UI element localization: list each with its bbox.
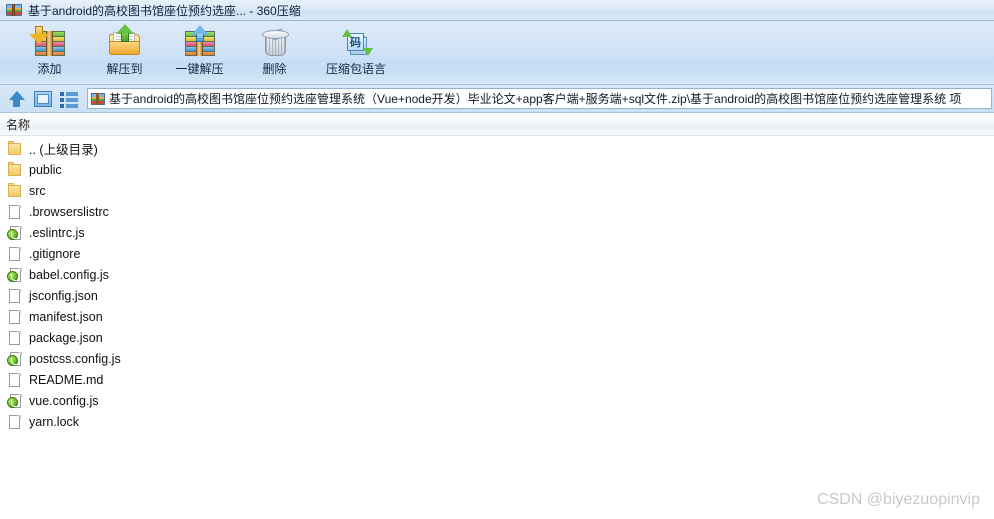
folder-icon <box>7 182 23 199</box>
toolbar-label-one-click-extract: 一键解压 <box>175 62 224 76</box>
file-name: .browserslistrc <box>29 204 109 219</box>
column-header: 名称 <box>0 114 994 136</box>
file-row[interactable]: package.json <box>0 327 994 348</box>
file-name: manifest.json <box>29 309 103 324</box>
file-name: yarn.lock <box>29 414 80 429</box>
file-icon <box>7 246 23 262</box>
address-bar: 基于android的高校图书馆座位预约选座管理系统（Vue+node开发）毕业论… <box>0 85 994 113</box>
js-file-icon <box>7 225 23 241</box>
js-file-icon <box>7 393 23 409</box>
one-click-extract-icon <box>182 24 218 58</box>
file-name: package.json <box>29 330 103 345</box>
file-row[interactable]: README.md <box>0 369 994 390</box>
file-name: .eslintrc.js <box>29 225 85 240</box>
file-row[interactable]: vue.config.js <box>0 390 994 411</box>
file-row[interactable]: public <box>0 159 994 180</box>
toolbar-label-extract-to: 解压到 <box>106 62 143 76</box>
file-row[interactable]: .eslintrc.js <box>0 222 994 243</box>
folder-icon <box>7 161 23 178</box>
toolbar-button-add[interactable]: 添加 <box>12 21 87 83</box>
watermark: CSDN @biyezuopinvip <box>817 491 980 508</box>
toolbar-button-one-click-extract[interactable]: 一键解压 <box>162 21 237 83</box>
archive-language-icon: 码 <box>338 24 374 58</box>
path-text: 基于android的高校图书馆座位预约选座管理系统（Vue+node开发）毕业论… <box>109 92 962 106</box>
file-row[interactable]: .gitignore <box>0 243 994 264</box>
winrar-window: 基于android的高校图书馆座位预约选座... - 360压缩 添加 解压到 … <box>0 0 994 519</box>
path-input[interactable]: 基于android的高校图书馆座位预约选座管理系统（Vue+node开发）毕业论… <box>87 88 992 109</box>
file-name: postcss.config.js <box>29 351 121 366</box>
file-row[interactable]: .browserslistrc <box>0 201 994 222</box>
file-icon <box>7 330 23 346</box>
toolbar-button-archive-language[interactable]: 码 压缩包语言 <box>312 21 400 83</box>
file-name: babel.config.js <box>29 267 109 282</box>
file-name: public <box>29 162 62 177</box>
toolbar-label-delete: 删除 <box>262 62 287 76</box>
arrow-up-icon[interactable] <box>6 88 28 110</box>
file-row[interactable]: postcss.config.js <box>0 348 994 369</box>
file-icon <box>7 414 23 430</box>
toolbar-button-delete[interactable]: 删除 <box>237 21 312 83</box>
window-title: 基于android的高校图书馆座位预约选座... - 360压缩 <box>28 3 301 18</box>
file-row[interactable]: .. (上级目录) <box>0 138 994 159</box>
column-header-name: 名称 <box>6 118 31 132</box>
file-name: vue.config.js <box>29 393 99 408</box>
file-name: README.md <box>29 372 104 387</box>
trash-icon <box>257 24 293 58</box>
file-name: jsconfig.json <box>29 288 98 303</box>
js-file-icon <box>7 351 23 367</box>
list-icon[interactable] <box>58 88 80 110</box>
file-row[interactable]: manifest.json <box>0 306 994 327</box>
main-toolbar: 添加 解压到 一键解压 删除 码 压缩包语言 <box>0 21 994 85</box>
toolbar-label-add: 添加 <box>37 62 62 76</box>
file-name: src <box>29 183 46 198</box>
file-row[interactable]: babel.config.js <box>0 264 994 285</box>
file-icon <box>7 309 23 325</box>
js-file-icon <box>7 267 23 283</box>
file-row[interactable]: yarn.lock <box>0 411 994 432</box>
archive-icon <box>91 92 105 105</box>
folder-icon <box>7 140 23 157</box>
toolbar-label-archive-language: 压缩包语言 <box>325 62 386 76</box>
file-row[interactable]: src <box>0 180 994 201</box>
extract-to-folder-icon <box>107 24 143 58</box>
file-row[interactable]: jsconfig.json <box>0 285 994 306</box>
app-archive-icon <box>6 2 22 18</box>
file-icon <box>7 288 23 304</box>
file-icon <box>7 372 23 388</box>
file-name: .gitignore <box>29 246 81 261</box>
file-name: .. (上级目录) <box>29 143 98 157</box>
add-archive-icon <box>28 24 68 58</box>
toolbar-button-extract-to[interactable]: 解压到 <box>87 21 162 83</box>
file-list[interactable]: .. (上级目录) public src .browserslistrc .eslint… <box>0 136 994 519</box>
title-bar: 基于android的高校图书馆座位预约选座... - 360压缩 <box>0 0 994 21</box>
window-icon[interactable] <box>32 88 54 110</box>
file-icon <box>7 204 23 220</box>
